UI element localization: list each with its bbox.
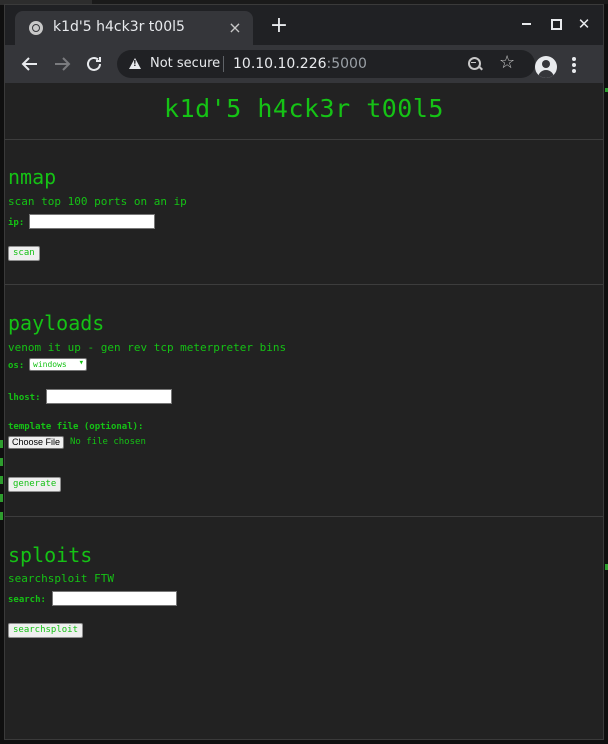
divider bbox=[5, 284, 603, 285]
address-bar[interactable]: Not secure 10.10.10.226:5000 ☆ bbox=[117, 50, 535, 78]
active-tab[interactable]: k1d'5 h4ck3r t00l5 × bbox=[15, 11, 253, 45]
file-status-text: No file chosen bbox=[70, 437, 146, 447]
url-text[interactable]: 10.10.10.226:5000 bbox=[233, 56, 367, 72]
warning-icon bbox=[129, 58, 141, 69]
searchsploit-button[interactable]: searchsploit bbox=[8, 623, 84, 638]
url-port: :5000 bbox=[326, 56, 367, 72]
page-title: k1d'5 h4ck3r t00l5 bbox=[164, 94, 444, 123]
ip-label: ip: bbox=[8, 218, 25, 228]
divider bbox=[5, 516, 603, 517]
choose-file-button[interactable]: Choose File bbox=[8, 436, 65, 449]
minimize-icon bbox=[522, 23, 531, 25]
menu-icon[interactable] bbox=[571, 57, 577, 75]
payloads-description: venom it up - gen rev tcp meterpreter bi… bbox=[8, 341, 287, 354]
minimize-button[interactable] bbox=[513, 13, 539, 35]
reload-icon bbox=[87, 56, 101, 71]
globe-icon bbox=[29, 21, 43, 35]
omnibox-divider bbox=[223, 56, 224, 72]
browser-window: k1d'5 h4ck3r t00l5 × + ✕ Not secure 10.1… bbox=[4, 4, 604, 740]
arrow-left-icon bbox=[21, 57, 37, 71]
url-host: 10.10.10.226 bbox=[233, 56, 327, 72]
new-tab-button[interactable]: + bbox=[267, 15, 291, 37]
arrow-right-icon bbox=[55, 57, 71, 71]
back-button[interactable] bbox=[19, 53, 41, 75]
zoom-icon[interactable] bbox=[467, 56, 483, 72]
os-selected-value: windows bbox=[33, 360, 67, 369]
tab-close-icon[interactable]: × bbox=[225, 18, 245, 38]
nmap-description: scan top 100 ports on an ip bbox=[8, 195, 187, 208]
security-label[interactable]: Not secure bbox=[150, 56, 220, 71]
sploits-heading: sploits bbox=[8, 543, 93, 567]
template-file-label: template file (optional): bbox=[8, 422, 144, 432]
maximize-button[interactable] bbox=[543, 13, 569, 35]
ip-input[interactable] bbox=[29, 214, 155, 229]
maximize-icon bbox=[551, 19, 562, 30]
os-label: os: bbox=[8, 361, 25, 371]
payloads-heading: payloads bbox=[8, 311, 105, 335]
tab-bar: k1d'5 h4ck3r t00l5 × + ✕ bbox=[5, 5, 603, 45]
os-select[interactable]: windows ▾ bbox=[29, 358, 87, 371]
scan-button[interactable]: scan bbox=[8, 246, 40, 261]
chevron-down-icon: ▾ bbox=[78, 358, 84, 368]
lhost-input[interactable] bbox=[46, 389, 172, 404]
search-label: search: bbox=[8, 595, 46, 605]
lhost-label: lhost: bbox=[8, 393, 41, 403]
star-icon[interactable]: ☆ bbox=[499, 53, 515, 73]
close-window-button[interactable]: ✕ bbox=[571, 13, 597, 35]
divider bbox=[5, 139, 603, 140]
tab-title: k1d'5 h4ck3r t00l5 bbox=[53, 19, 185, 35]
profile-icon[interactable] bbox=[535, 56, 557, 78]
search-input[interactable] bbox=[52, 591, 177, 606]
forward-button[interactable] bbox=[51, 53, 73, 75]
reload-button[interactable] bbox=[83, 53, 105, 75]
browser-toolbar: Not secure 10.10.10.226:5000 ☆ bbox=[5, 45, 603, 83]
nmap-heading: nmap bbox=[8, 165, 57, 189]
sploits-description: searchsploit FTW bbox=[8, 572, 114, 585]
page-content: k1d'5 h4ck3r t00l5 nmap scan top 100 por… bbox=[5, 83, 603, 739]
generate-button[interactable]: generate bbox=[8, 477, 62, 492]
